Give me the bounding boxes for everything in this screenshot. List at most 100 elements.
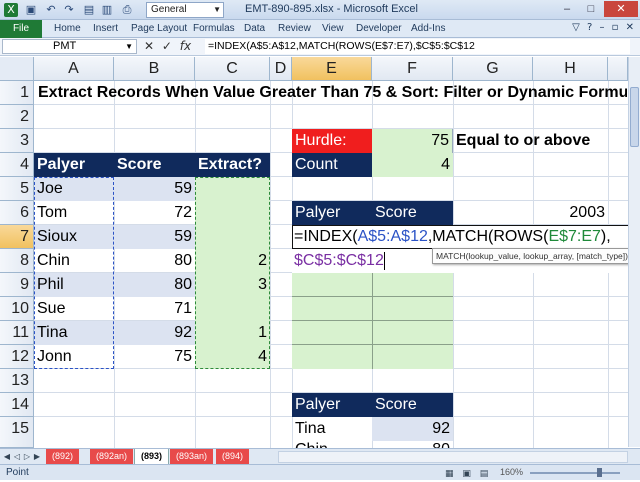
vertical-scrollbar[interactable] bbox=[628, 57, 640, 447]
ribbon-tabs: File Home Insert Page Layout Formulas Da… bbox=[0, 20, 640, 38]
formula-part: =INDEX( bbox=[294, 228, 358, 245]
header-player[interactable]: Palyer bbox=[34, 153, 114, 177]
filter-header-score[interactable]: Score bbox=[372, 393, 453, 417]
name-box[interactable]: PMT ▼ bbox=[2, 39, 137, 54]
title-bar: X ▣ ↶ ↷ ▤ ▥ ⎙ General ▼ EMT-890-895.xlsx… bbox=[0, 0, 640, 20]
print-icon[interactable]: ⎙ bbox=[120, 3, 134, 17]
row-header-5[interactable]: 5 bbox=[0, 177, 34, 201]
column-header-partial[interactable] bbox=[608, 57, 628, 81]
close-button[interactable]: ✕ bbox=[604, 1, 638, 17]
h6-value[interactable]: 2003 bbox=[533, 201, 608, 225]
window-controls: – □ ✕ bbox=[556, 1, 638, 19]
row-header-1[interactable]: 1 bbox=[0, 81, 34, 105]
output-header-score[interactable]: Score bbox=[372, 201, 453, 225]
column-header-f[interactable]: F bbox=[372, 57, 453, 81]
hurdle-note[interactable]: Equal to or above bbox=[453, 129, 628, 153]
save-icon[interactable]: ▣ bbox=[24, 3, 38, 17]
row-header-6[interactable]: 6 bbox=[0, 201, 34, 225]
row-header-11[interactable]: 11 bbox=[0, 321, 34, 345]
minimize-button[interactable]: – bbox=[556, 1, 578, 17]
column-header-d[interactable]: D bbox=[270, 57, 292, 81]
table-row-score[interactable]: 80 bbox=[114, 273, 195, 297]
column-header-b[interactable]: B bbox=[114, 57, 195, 81]
sheet-title[interactable]: Extract Records When Value Greater Than … bbox=[35, 81, 627, 105]
insert-function-icon[interactable]: fx bbox=[180, 39, 191, 53]
header-extract[interactable]: Extract? bbox=[195, 153, 270, 177]
count-value[interactable]: 4 bbox=[372, 153, 453, 177]
hurdle-value[interactable]: 75 bbox=[372, 129, 453, 153]
row-header-14[interactable]: 14 bbox=[0, 393, 34, 417]
first-sheet-icon[interactable]: ◀ bbox=[2, 451, 12, 463]
select-all-corner[interactable] bbox=[0, 57, 34, 81]
table-row-score[interactable]: 71 bbox=[114, 297, 195, 321]
hurdle-label[interactable]: Hurdle: bbox=[292, 129, 372, 153]
tab-data[interactable]: Data bbox=[244, 23, 265, 34]
filter-header-player[interactable]: Palyer bbox=[292, 393, 372, 417]
number-format-value: General bbox=[151, 4, 187, 15]
filter-row-name[interactable]: Chin bbox=[292, 438, 372, 448]
row-header-13[interactable]: 13 bbox=[0, 369, 34, 393]
enter-icon[interactable]: ✓ bbox=[162, 39, 172, 53]
tab-page-layout[interactable]: Page Layout bbox=[131, 23, 187, 34]
row-header-4[interactable]: 4 bbox=[0, 153, 34, 177]
undo-icon[interactable]: ↶ bbox=[44, 3, 58, 17]
tab-add-ins[interactable]: Add-Ins bbox=[411, 23, 445, 34]
table-row-score[interactable]: 59 bbox=[114, 177, 195, 201]
sheet-tab[interactable]: (892an) bbox=[90, 449, 134, 464]
new-icon[interactable]: ▤ bbox=[82, 3, 96, 17]
sheet-tab[interactable]: (894) bbox=[216, 449, 250, 464]
number-format-dropdown[interactable]: General ▼ bbox=[146, 2, 224, 18]
table-row-score[interactable]: 92 bbox=[114, 321, 195, 345]
maximize-button[interactable]: □ bbox=[580, 1, 602, 17]
column-header-c[interactable]: C bbox=[195, 57, 270, 81]
table-row-score[interactable]: 59 bbox=[114, 225, 195, 249]
zoom-slider[interactable] bbox=[530, 472, 620, 474]
horizontal-scrollbar[interactable] bbox=[278, 451, 628, 463]
row-header-3[interactable]: 3 bbox=[0, 129, 34, 153]
tab-formulas[interactable]: Formulas bbox=[193, 23, 235, 34]
open-icon[interactable]: ▥ bbox=[100, 3, 114, 17]
last-sheet-icon[interactable]: ▶ bbox=[32, 451, 42, 463]
table-row-score[interactable]: 75 bbox=[114, 345, 195, 369]
tab-home[interactable]: Home bbox=[54, 23, 81, 34]
header-score[interactable]: Score bbox=[114, 153, 195, 177]
redo-icon[interactable]: ↷ bbox=[62, 3, 76, 17]
sheet-tab[interactable]: (892) bbox=[46, 449, 80, 464]
row-header-9[interactable]: 9 bbox=[0, 273, 34, 297]
zoom-slider-handle[interactable] bbox=[597, 468, 602, 477]
row-header-8[interactable]: 8 bbox=[0, 249, 34, 273]
function-tooltip[interactable]: MATCH(lookup_value, lookup_array, [match… bbox=[432, 248, 638, 264]
zoom-level[interactable]: 160% bbox=[500, 465, 523, 480]
column-header-e[interactable]: E bbox=[292, 57, 372, 81]
sheet-tab[interactable]: (893an) bbox=[170, 449, 214, 464]
output-header-player[interactable]: Palyer bbox=[292, 201, 372, 225]
row-header-15[interactable]: 15 bbox=[0, 417, 34, 448]
row-header-12[interactable]: 12 bbox=[0, 345, 34, 369]
next-sheet-icon[interactable]: ▷ bbox=[22, 451, 32, 463]
tab-review[interactable]: Review bbox=[278, 23, 311, 34]
row-header-7[interactable]: 7 bbox=[0, 225, 34, 249]
tab-view[interactable]: View bbox=[322, 23, 344, 34]
row-header-10[interactable]: 10 bbox=[0, 297, 34, 321]
sheet-tab-active[interactable]: (893) bbox=[134, 449, 170, 464]
column-header-g[interactable]: G bbox=[453, 57, 533, 81]
row-header-2[interactable]: 2 bbox=[0, 105, 34, 129]
filter-row-score[interactable]: 80 bbox=[372, 438, 453, 448]
table-row-score[interactable]: 72 bbox=[114, 201, 195, 225]
status-mode: Point bbox=[6, 467, 29, 478]
range-c-reference-border bbox=[195, 177, 270, 369]
column-header-a[interactable]: A bbox=[34, 57, 114, 81]
prev-sheet-icon[interactable]: ◁ bbox=[12, 451, 22, 463]
range-a-reference-border bbox=[34, 177, 114, 369]
vertical-scroll-thumb[interactable] bbox=[630, 87, 639, 147]
cancel-icon[interactable]: ✕ bbox=[144, 39, 154, 53]
table-row-score[interactable]: 80 bbox=[114, 249, 195, 273]
output-range[interactable] bbox=[292, 273, 453, 369]
tab-file[interactable]: File bbox=[0, 20, 42, 38]
ribbon-help-icons[interactable]: ▽ ? – ▫ ✕ bbox=[572, 22, 636, 33]
tab-developer[interactable]: Developer bbox=[356, 23, 402, 34]
count-label[interactable]: Count bbox=[292, 153, 372, 177]
tab-insert[interactable]: Insert bbox=[93, 23, 118, 34]
column-header-h[interactable]: H bbox=[533, 57, 608, 81]
formula-input[interactable]: =INDEX(A$5:A$12,MATCH(ROWS(E$7:E7),$C$5:… bbox=[205, 39, 630, 54]
